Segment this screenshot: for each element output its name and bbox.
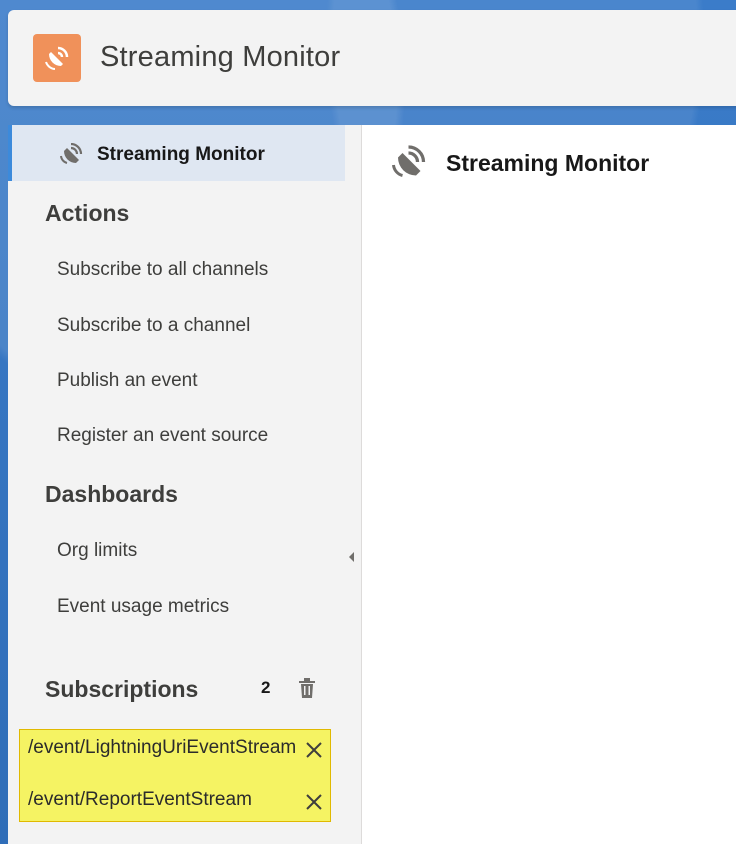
sidebar-item-label: Streaming Monitor bbox=[97, 144, 265, 165]
nav-subscribe-channel[interactable]: Subscribe to a channel bbox=[57, 315, 250, 337]
subscriptions-heading: Subscriptions bbox=[45, 676, 199, 702]
nav-subscribe-all-channels[interactable]: Subscribe to all channels bbox=[57, 259, 268, 281]
nav-publish-event[interactable]: Publish an event bbox=[57, 370, 198, 392]
close-icon[interactable] bbox=[305, 741, 323, 759]
app-header: Streaming Monitor bbox=[8, 10, 736, 106]
close-icon[interactable] bbox=[305, 793, 323, 811]
collapse-arrow-icon[interactable] bbox=[349, 552, 354, 562]
panel-splitter[interactable] bbox=[345, 125, 362, 844]
subscription-item[interactable]: /event/ReportEventStream bbox=[20, 783, 332, 823]
page-title: Streaming Monitor bbox=[446, 150, 650, 176]
nav-register-event-source[interactable]: Register an event source bbox=[57, 425, 268, 447]
nav-event-usage-metrics[interactable]: Event usage metrics bbox=[57, 596, 229, 618]
sidebar-item-streaming-monitor[interactable]: Streaming Monitor bbox=[8, 125, 345, 181]
app-title: Streaming Monitor bbox=[100, 41, 341, 73]
subscription-item[interactable]: /event/LightningUriEventStream bbox=[20, 731, 332, 771]
actions-heading: Actions bbox=[45, 200, 130, 226]
subscription-channel-name: /event/LightningUriEventStream bbox=[28, 737, 297, 758]
sidebar: Streaming Monitor Actions Subscribe to a… bbox=[8, 125, 345, 844]
subscription-channel-name: /event/ReportEventStream bbox=[28, 789, 252, 810]
satellite-dish-icon bbox=[33, 34, 81, 82]
nav-org-limits[interactable]: Org limits bbox=[57, 540, 137, 562]
subscriptions-count-badge: 2 bbox=[261, 678, 271, 697]
dashboards-heading: Dashboards bbox=[45, 481, 178, 507]
satellite-dish-icon bbox=[392, 145, 428, 184]
trash-icon[interactable] bbox=[298, 678, 316, 703]
subscription-list: /event/LightningUriEventStream /event/Re… bbox=[19, 729, 331, 822]
main-panel: Streaming Monitor bbox=[362, 125, 736, 844]
satellite-dish-icon bbox=[60, 142, 84, 170]
